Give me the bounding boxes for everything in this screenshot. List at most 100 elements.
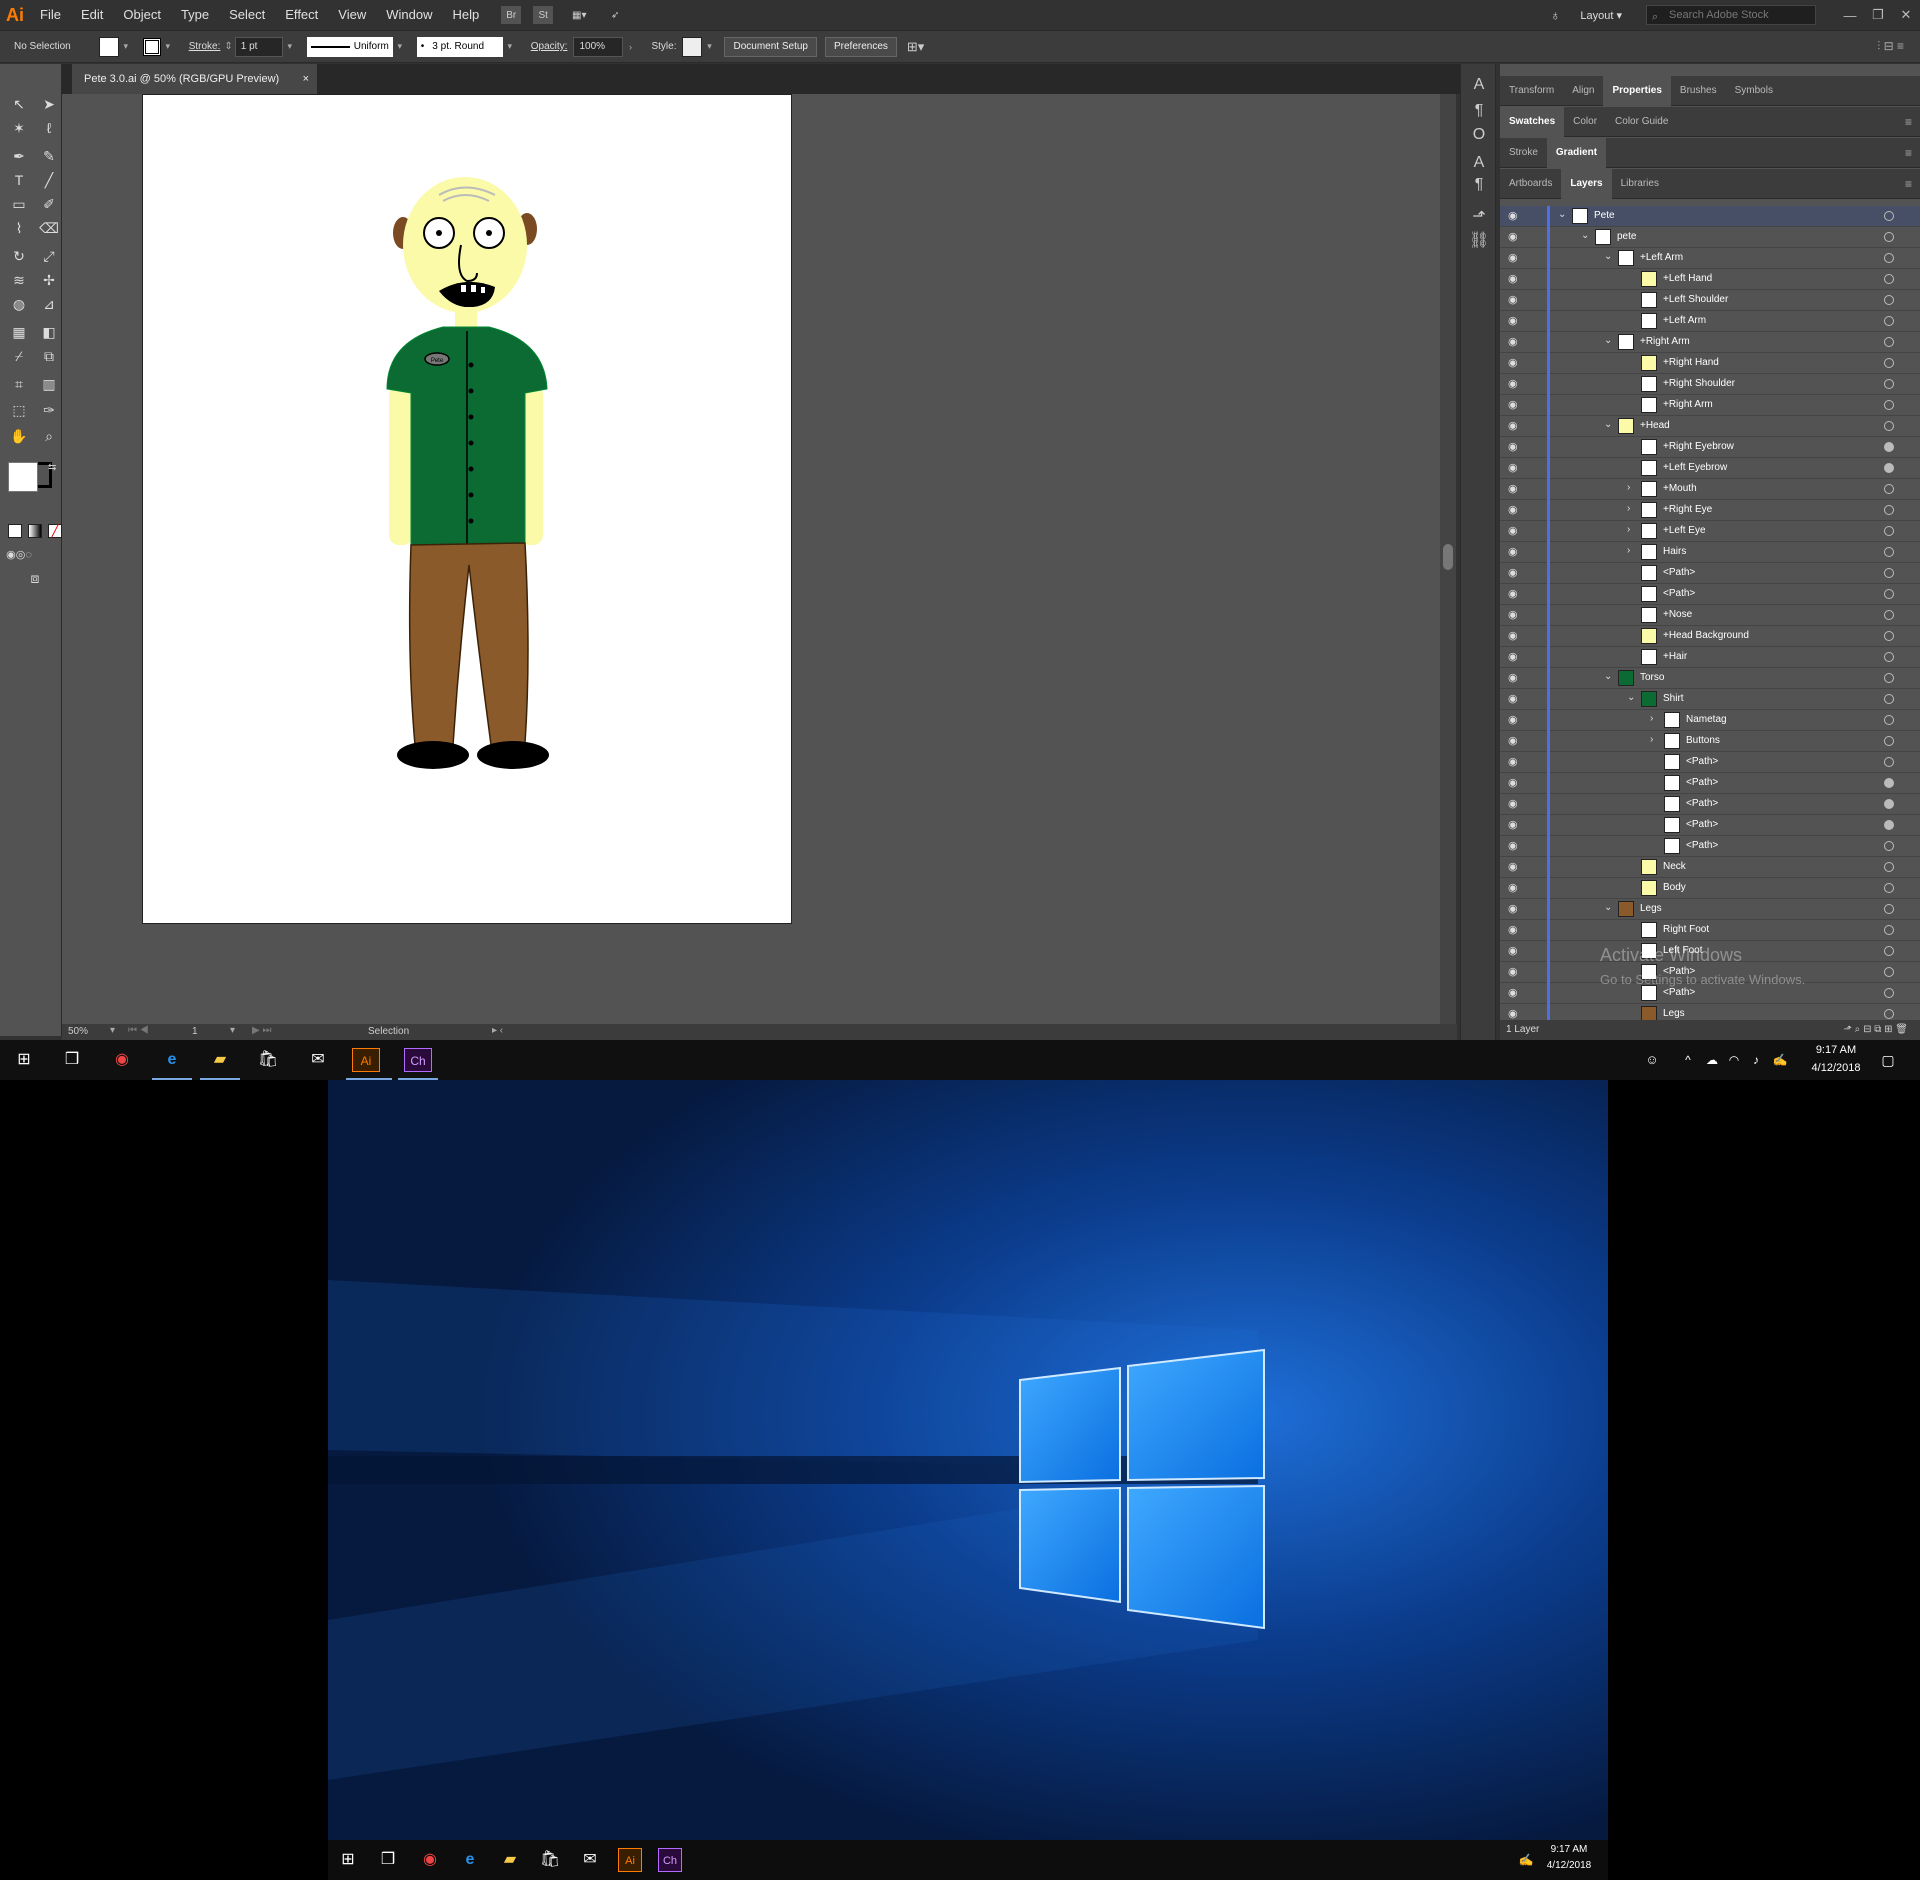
fill-swatch[interactable] bbox=[98, 36, 119, 57]
brush-definition[interactable]: • 3 pt. Round bbox=[416, 36, 503, 57]
layer-name[interactable]: +Head Background bbox=[1663, 630, 1749, 641]
illustrator-taskbar-icon[interactable]: Ai bbox=[352, 1048, 380, 1072]
paragraph-styles-icon[interactable]: ¶ bbox=[1469, 176, 1489, 196]
chevron-right-icon[interactable]: › bbox=[1627, 503, 1630, 514]
target-circle-icon[interactable] bbox=[1884, 673, 1894, 683]
chevron-right-icon[interactable]: › bbox=[1627, 545, 1630, 556]
target-circle-icon[interactable] bbox=[1884, 232, 1894, 242]
document-setup-button[interactable]: Document Setup bbox=[724, 36, 817, 57]
panel-options-icon[interactable]: ⫶ ⊟ ≡ bbox=[1877, 39, 1904, 54]
opentype-panel-icon[interactable]: O bbox=[1469, 126, 1489, 146]
visibility-eye-icon[interactable]: ◉ bbox=[1508, 629, 1524, 643]
layer-name[interactable]: Buttons bbox=[1686, 735, 1720, 746]
visibility-eye-icon[interactable]: ◉ bbox=[1508, 860, 1524, 874]
layer-row[interactable]: ◉ <Path> bbox=[1500, 773, 1920, 794]
blend-tool-icon[interactable]: ⧉ bbox=[38, 346, 60, 366]
eraser-icon[interactable]: ⌫ bbox=[38, 218, 60, 238]
minimize-button[interactable]: — bbox=[1836, 8, 1864, 23]
chevron-down-icon[interactable]: ⌄ bbox=[1581, 230, 1589, 241]
vertical-scroll-thumb[interactable] bbox=[1443, 544, 1453, 570]
menu-effect[interactable]: Effect bbox=[275, 0, 328, 30]
layer-row[interactable]: ◉ ⌄ +Head bbox=[1500, 416, 1920, 437]
preferences-button[interactable]: Preferences bbox=[824, 36, 897, 57]
target-circle-icon[interactable] bbox=[1884, 820, 1894, 830]
color-mode-icon[interactable] bbox=[8, 524, 22, 538]
layer-name[interactable]: Legs bbox=[1640, 903, 1662, 914]
menu-help[interactable]: Help bbox=[442, 0, 489, 30]
layer-row[interactable]: ◉ +Right Hand bbox=[1500, 353, 1920, 374]
artboard-tool-icon[interactable]: ⬚ bbox=[8, 400, 30, 420]
line-tool-icon[interactable]: ╱ bbox=[38, 170, 60, 190]
target-circle-icon[interactable] bbox=[1884, 547, 1894, 557]
tab-transform[interactable]: Transform bbox=[1500, 76, 1563, 106]
hand-tool-icon[interactable]: ✋ bbox=[8, 426, 30, 446]
shaper-tool-icon[interactable]: ⌇ bbox=[8, 218, 30, 238]
gpu-rocket-icon[interactable]: ➶ bbox=[605, 6, 625, 24]
lasso-icon[interactable]: ℓ bbox=[38, 118, 60, 138]
target-circle-icon[interactable] bbox=[1884, 862, 1894, 872]
target-circle-icon[interactable] bbox=[1884, 400, 1894, 410]
layer-name[interactable]: <Path> bbox=[1663, 567, 1695, 578]
layer-row[interactable]: ◉ › +Right Eye bbox=[1500, 500, 1920, 521]
paragraph-panel-icon[interactable]: ¶ bbox=[1469, 102, 1489, 122]
target-circle-icon[interactable] bbox=[1884, 652, 1894, 662]
layer-row[interactable]: ◉ › Hairs bbox=[1500, 542, 1920, 563]
chevron-right-icon[interactable]: › bbox=[1627, 524, 1630, 535]
export-panel-icon[interactable]: ⬏ bbox=[1469, 206, 1489, 226]
layer-row[interactable]: ◉ +Left Shoulder bbox=[1500, 290, 1920, 311]
arrange-documents-icon[interactable]: ▦▾ bbox=[565, 6, 593, 24]
target-circle-icon[interactable] bbox=[1884, 421, 1894, 431]
canvas-area[interactable]: Pete bbox=[62, 94, 1442, 1034]
zoom-dropdown-icon[interactable]: ▾ bbox=[110, 1025, 115, 1036]
chevron-down-icon[interactable]: ⌄ bbox=[1604, 671, 1612, 682]
layer-name[interactable]: Pete bbox=[1594, 210, 1615, 221]
chrome-icon[interactable]: ◉ bbox=[418, 1848, 442, 1872]
target-circle-icon[interactable] bbox=[1884, 316, 1894, 326]
target-circle-icon[interactable] bbox=[1884, 463, 1894, 473]
layer-row[interactable]: ◉ ⌄ +Left Arm bbox=[1500, 248, 1920, 269]
chevron-down-icon[interactable]: ⌄ bbox=[1558, 209, 1566, 220]
layer-name[interactable]: +Left Shoulder bbox=[1663, 294, 1728, 305]
none-mode-icon[interactable]: ╱ bbox=[48, 524, 62, 538]
target-circle-icon[interactable] bbox=[1884, 778, 1894, 788]
opacity-label[interactable]: Opacity: bbox=[531, 41, 568, 52]
layer-name[interactable]: Body bbox=[1663, 882, 1686, 893]
bridge-button[interactable]: Br bbox=[501, 6, 522, 24]
stroke-swatch[interactable] bbox=[142, 37, 161, 56]
stroke-weight-field[interactable]: 1 pt bbox=[234, 36, 283, 57]
panel-menu-icon[interactable]: ≡ bbox=[1905, 177, 1912, 191]
magic-wand-icon[interactable]: ✶ bbox=[8, 118, 30, 138]
character-panel-icon[interactable]: A bbox=[1469, 76, 1489, 96]
target-circle-icon[interactable] bbox=[1884, 484, 1894, 494]
chrome-icon[interactable]: ◉ bbox=[110, 1048, 134, 1072]
target-circle-icon[interactable] bbox=[1884, 589, 1894, 599]
tab-swatches[interactable]: Swatches bbox=[1500, 106, 1565, 137]
layer-name[interactable]: +Right Arm bbox=[1663, 399, 1713, 410]
layer-name[interactable]: Hairs bbox=[1663, 546, 1686, 557]
store-icon[interactable]: 🛍 bbox=[256, 1048, 280, 1072]
links-panel-icon[interactable]: ⛓ bbox=[1469, 230, 1489, 250]
layer-name[interactable]: Right Foot bbox=[1663, 924, 1709, 935]
paintbrush-icon[interactable]: ✐ bbox=[38, 194, 60, 214]
warp-tool-icon[interactable]: ≋ bbox=[8, 270, 30, 290]
visibility-eye-icon[interactable]: ◉ bbox=[1508, 293, 1524, 307]
visibility-eye-icon[interactable]: ◉ bbox=[1508, 524, 1524, 538]
layer-row[interactable]: ◉ +Left Eyebrow bbox=[1500, 458, 1920, 479]
variable-width-profile[interactable]: Uniform bbox=[306, 36, 393, 57]
target-circle-icon[interactable] bbox=[1884, 253, 1894, 263]
layer-name[interactable]: <Path> bbox=[1686, 819, 1718, 830]
layer-row[interactable]: ◉ <Path> bbox=[1500, 752, 1920, 773]
layer-name[interactable]: +Right Shoulder bbox=[1663, 378, 1735, 389]
chevron-right-icon[interactable]: › bbox=[1650, 734, 1653, 745]
screen-mode-icon[interactable]: ⧈ bbox=[24, 568, 46, 588]
search-stock-input[interactable]: ⌕ Search Adobe Stock bbox=[1646, 5, 1816, 25]
layer-row[interactable]: ◉ <Path> bbox=[1500, 584, 1920, 605]
layer-name[interactable]: +Left Hand bbox=[1663, 273, 1712, 284]
chevron-down-icon[interactable]: ⌄ bbox=[1604, 419, 1612, 430]
visibility-eye-icon[interactable]: ◉ bbox=[1508, 503, 1524, 517]
rotate-tool-icon[interactable]: ↻ bbox=[8, 246, 30, 266]
draw-mode-icon[interactable]: ◉◎◌ bbox=[6, 544, 32, 564]
visibility-eye-icon[interactable]: ◉ bbox=[1508, 440, 1524, 454]
layer-row[interactable]: ◉ +Left Arm bbox=[1500, 311, 1920, 332]
vertical-scrollbar[interactable] bbox=[1440, 94, 1456, 1024]
